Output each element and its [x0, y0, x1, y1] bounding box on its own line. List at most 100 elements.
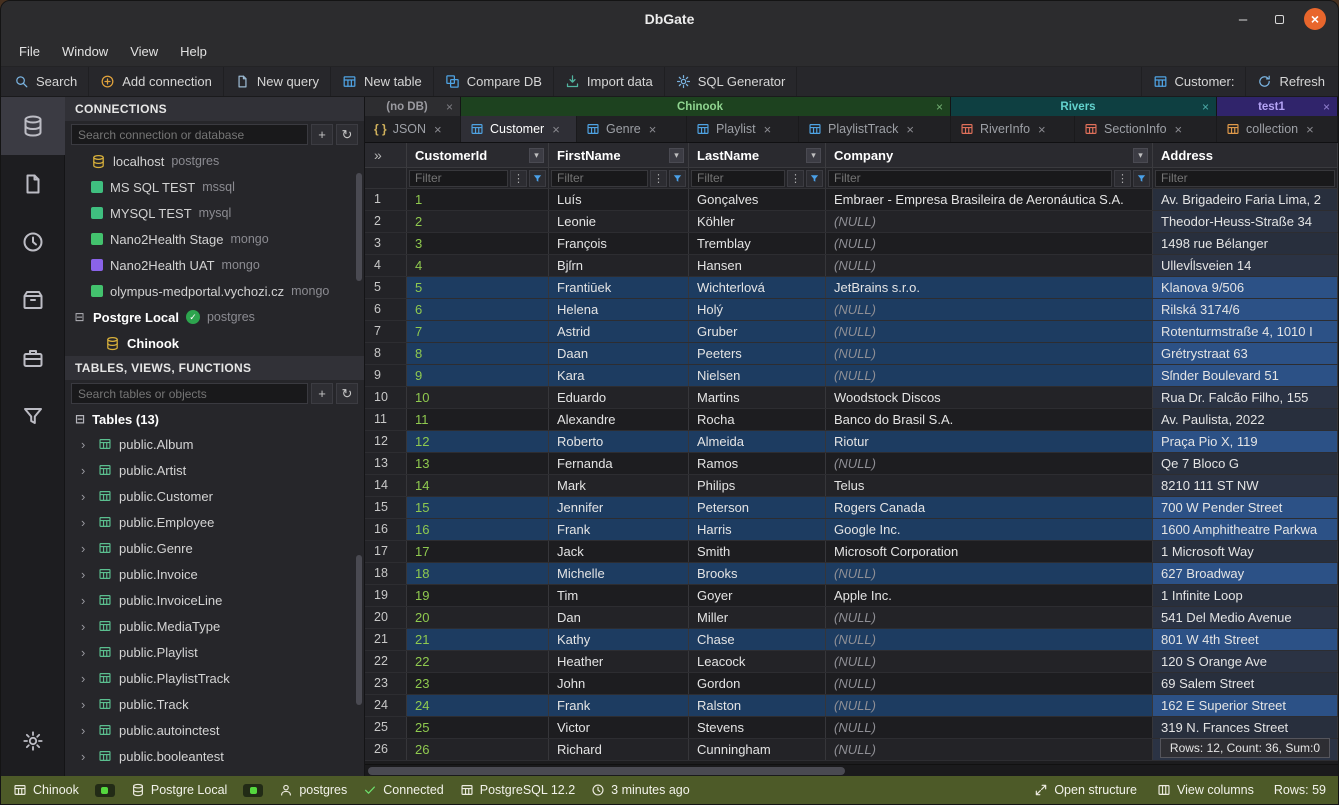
filter-funnel-button[interactable]	[806, 170, 823, 187]
grid-cell[interactable]: Helena	[549, 299, 689, 320]
grid-cell[interactable]: 4	[407, 255, 549, 276]
new-query-button[interactable]: New query	[224, 67, 331, 96]
grid-cell[interactable]: Stevens	[689, 717, 826, 738]
grid-cell[interactable]: JetBrains s.r.o.	[826, 277, 1153, 298]
grid-cell[interactable]: Fernanda	[549, 453, 689, 474]
grid-cell[interactable]: Ralston	[689, 695, 826, 716]
row-number[interactable]: 21	[365, 629, 407, 650]
grid-cell[interactable]: Microsoft Corporation	[826, 541, 1153, 562]
connection-olympus-medportal-vychozi-cz[interactable]: olympus-medportal.vychozi.czmongo	[65, 278, 364, 304]
row-number[interactable]: 17	[365, 541, 407, 562]
grid-cell[interactable]: 1498 rue Bélanger	[1153, 233, 1338, 254]
search-button[interactable]: Search	[3, 67, 89, 96]
grid-cell[interactable]: 20	[407, 607, 549, 628]
grid-cell[interactable]: 8210 111 ST NW	[1153, 475, 1338, 496]
grid-cell[interactable]: 10	[407, 387, 549, 408]
row-number[interactable]: 24	[365, 695, 407, 716]
connection-localhost[interactable]: localhostpostgres	[65, 148, 364, 174]
table-public-track[interactable]: ›public.Track	[65, 691, 364, 717]
grid-cell[interactable]: Richard	[549, 739, 689, 760]
grid-cell[interactable]: (NULL)	[826, 321, 1153, 342]
row-number[interactable]: 16	[365, 519, 407, 540]
row-number[interactable]: 4	[365, 255, 407, 276]
grid-cell[interactable]: 162 E Superior Street	[1153, 695, 1338, 716]
grid-cell[interactable]: 17	[407, 541, 549, 562]
grid-cell[interactable]: (NULL)	[826, 365, 1153, 386]
table-public-album[interactable]: ›public.Album	[65, 431, 364, 457]
close-icon[interactable]: ×	[1323, 100, 1330, 114]
grid-cell[interactable]: 12	[407, 431, 549, 452]
grid-cell[interactable]: Ramos	[689, 453, 826, 474]
grid-cell[interactable]: Luís	[549, 189, 689, 210]
status-open-structure[interactable]: Open structure	[1034, 783, 1137, 797]
connection-chinook[interactable]: Chinook	[65, 330, 364, 356]
connection-ms-sql-test[interactable]: MS SQL TESTmssql	[65, 174, 364, 200]
filter-input-customerid[interactable]	[409, 170, 508, 187]
grid-cell[interactable]: 15	[407, 497, 549, 518]
status-postgres[interactable]: postgres	[279, 783, 347, 797]
row-number[interactable]: 9	[365, 365, 407, 386]
row-number[interactable]: 1	[365, 189, 407, 210]
connection-nano2health-stage[interactable]: Nano2Health Stagemongo	[65, 226, 364, 252]
rail-filters[interactable]	[1, 387, 65, 445]
row-number[interactable]: 6	[365, 299, 407, 320]
filter-funnel-button[interactable]	[529, 170, 546, 187]
add-table-mini-button[interactable]: +	[311, 383, 333, 404]
horizontal-scrollbar-thumb[interactable]	[368, 767, 845, 775]
grid-cell[interactable]: Nielsen	[689, 365, 826, 386]
grid-cell[interactable]: Woodstock Discos	[826, 387, 1153, 408]
column-header-address[interactable]: Address	[1153, 143, 1338, 167]
grid-cell[interactable]: Martins	[689, 387, 826, 408]
close-icon[interactable]: ×	[1202, 100, 1209, 114]
grid-cell[interactable]: Dan	[549, 607, 689, 628]
close-icon[interactable]: ×	[434, 122, 442, 137]
grid-cell[interactable]: Rogers Canada	[826, 497, 1153, 518]
column-menu-button[interactable]: ▾	[529, 148, 544, 163]
expand-chevron-icon[interactable]: ›	[81, 593, 91, 608]
expand-chevron-icon[interactable]: ›	[81, 671, 91, 686]
grid-cell[interactable]: Telus	[826, 475, 1153, 496]
compare-db-button[interactable]: Compare DB	[434, 67, 554, 96]
grid-cell[interactable]: François	[549, 233, 689, 254]
expand-chevron-icon[interactable]: ›	[81, 619, 91, 634]
dbgroup-no-db[interactable]: (no DB)×	[365, 97, 461, 116]
grid-cell[interactable]: John	[549, 673, 689, 694]
tab-collection[interactable]: collection×	[1217, 116, 1338, 142]
grid-cell[interactable]: (NULL)	[826, 211, 1153, 232]
grid-cell[interactable]: Sſnder Boulevard 51	[1153, 365, 1338, 386]
grid-cell[interactable]: Jack	[549, 541, 689, 562]
grid-cell[interactable]: 13	[407, 453, 549, 474]
column-header-firstname[interactable]: FirstName▾	[549, 143, 689, 167]
grid-cell[interactable]: (NULL)	[826, 739, 1153, 760]
expand-all-button[interactable]: »	[365, 143, 407, 167]
filter-options-button[interactable]: ⋮	[1114, 170, 1131, 187]
grid-cell[interactable]: Av. Brigadeiro Faria Lima, 2	[1153, 189, 1338, 210]
grid-cell[interactable]: 2	[407, 211, 549, 232]
row-number[interactable]: 8	[365, 343, 407, 364]
grid-cell[interactable]: Apple Inc.	[826, 585, 1153, 606]
table-public-invoiceline[interactable]: ›public.InvoiceLine	[65, 587, 364, 613]
status-postgresql-12-2[interactable]: PostgreSQL 12.2	[460, 783, 575, 797]
table-public-mediatype[interactable]: ›public.MediaType	[65, 613, 364, 639]
dbgroup-rivers[interactable]: Rivers×	[951, 97, 1217, 116]
grid-cell[interactable]: Michelle	[549, 563, 689, 584]
grid-cell[interactable]: (NULL)	[826, 563, 1153, 584]
sidebar-scrollbar[interactable]	[356, 173, 362, 281]
grid-cell[interactable]: 8	[407, 343, 549, 364]
refresh-connections-button[interactable]: ↻	[336, 124, 358, 145]
grid-cell[interactable]: Holý	[689, 299, 826, 320]
column-header-customerid[interactable]: CustomerId▾	[407, 143, 549, 167]
menu-window[interactable]: Window	[52, 41, 118, 62]
rail-settings[interactable]	[1, 712, 65, 770]
grid-cell[interactable]: (NULL)	[826, 629, 1153, 650]
expand-chevron-icon[interactable]: ›	[81, 489, 91, 504]
grid-cell[interactable]: (NULL)	[826, 651, 1153, 672]
grid-cell[interactable]: 23	[407, 673, 549, 694]
tables-search-input[interactable]	[71, 383, 308, 404]
filter-input-lastname[interactable]	[691, 170, 785, 187]
column-menu-button[interactable]: ▾	[1133, 148, 1148, 163]
refresh-tables-button[interactable]: ↻	[336, 383, 358, 404]
filter-options-button[interactable]: ⋮	[787, 170, 804, 187]
expand-chevron-icon[interactable]: ›	[81, 541, 91, 556]
grid-cell[interactable]: 1600 Amphitheatre Parkwa	[1153, 519, 1338, 540]
